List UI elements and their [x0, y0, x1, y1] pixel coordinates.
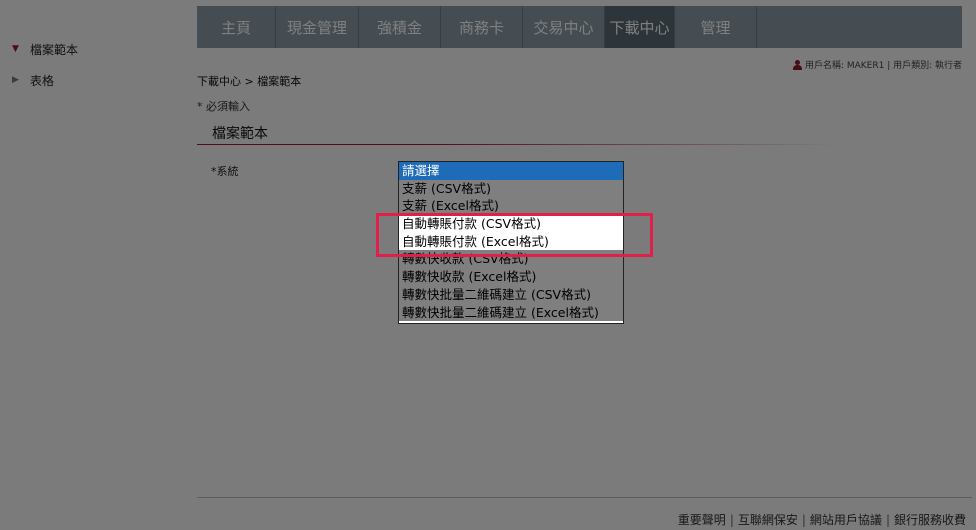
- select-option-fps-collection-excel[interactable]: 轉數快收款 (Excel格式): [399, 268, 623, 286]
- select-option-placeholder[interactable]: 請選擇: [399, 162, 623, 180]
- select-option-fps-qr-excel[interactable]: 轉數快批量二維碼建立 (Excel格式): [399, 304, 623, 322]
- select-option-payroll-excel[interactable]: 支薪 (Excel格式): [399, 197, 623, 215]
- select-option-autopay-csv[interactable]: 自動轉賬付款 (CSV格式): [399, 215, 623, 233]
- select-option-fps-qr-csv[interactable]: 轉數快批量二維碼建立 (CSV格式): [399, 286, 623, 304]
- select-option-autopay-excel[interactable]: 自動轉賬付款 (Excel格式): [399, 233, 623, 251]
- select-option-fps-collection-csv[interactable]: 轉數快收款 (CSV格式): [399, 250, 623, 268]
- select-option-payroll-csv[interactable]: 支薪 (CSV格式): [399, 180, 623, 198]
- system-select-dropdown[interactable]: 請選擇 支薪 (CSV格式) 支薪 (Excel格式) 自動轉賬付款 (CSV格…: [398, 161, 624, 324]
